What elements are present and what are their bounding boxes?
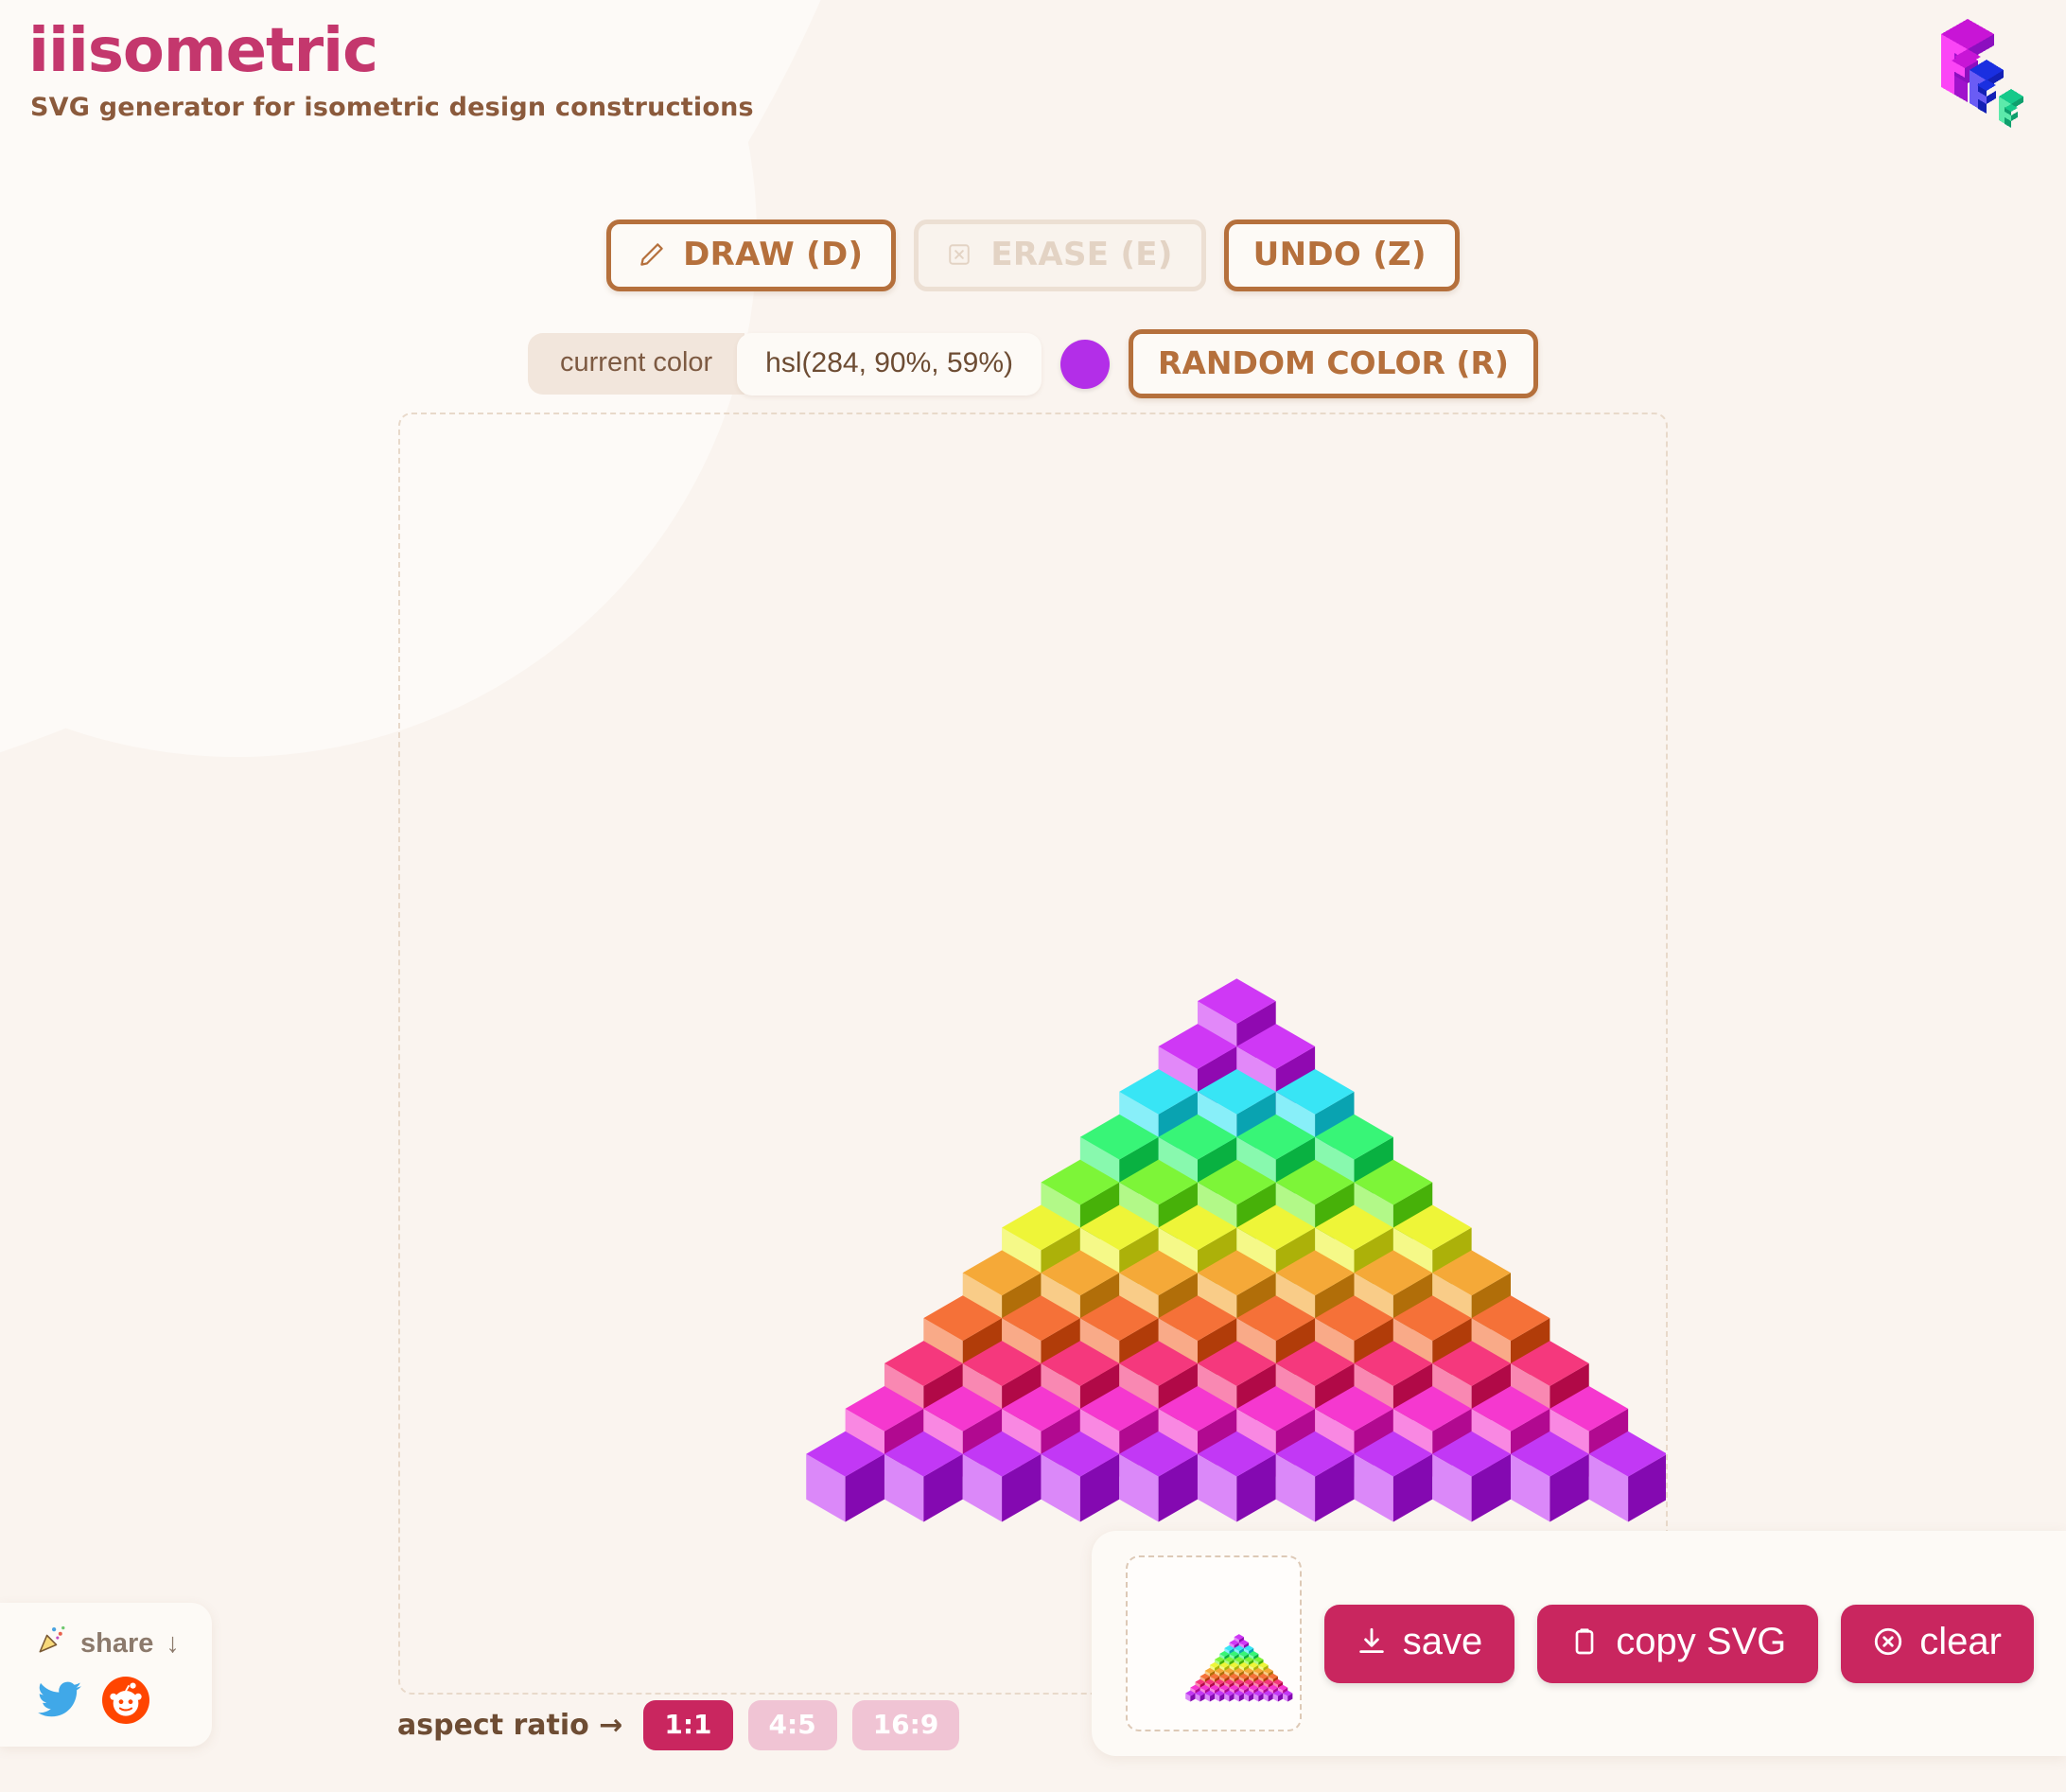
canvas-preview-thumbnail[interactable] <box>1125 1555 1302 1731</box>
share-card: share ↓ <box>0 1603 212 1747</box>
aspect-ratio-option-16-9[interactable]: 16:9 <box>851 1700 960 1750</box>
isometric-drawing-canvas[interactable] <box>398 413 1668 1695</box>
download-icon <box>1355 1625 1389 1659</box>
save-button[interactable]: save <box>1323 1604 1515 1683</box>
pencil-icon <box>636 238 668 271</box>
erase-button[interactable]: ERASE (E) <box>914 220 1206 291</box>
clear-button[interactable]: clear <box>1841 1604 2034 1683</box>
copy-svg-button[interactable]: copy SVG <box>1537 1604 1819 1683</box>
draw-button[interactable]: DRAW (D) <box>606 220 897 291</box>
current-color-label: current color <box>528 333 745 395</box>
clipboard-icon <box>1567 1625 1602 1659</box>
share-arrow-icon: ↓ <box>166 1627 180 1659</box>
reddit-icon[interactable] <box>102 1677 149 1724</box>
color-controls-row: current color hsl(284, 90%, 59%) RANDOM … <box>0 329 2066 398</box>
party-popper-icon <box>36 1624 68 1663</box>
page-subtitle: SVG generator for isometric design const… <box>30 93 754 122</box>
draw-button-label: DRAW (D) <box>683 236 864 273</box>
random-color-button[interactable]: RANDOM COLOR (R) <box>1128 329 1538 398</box>
aspect-ratio-option-1-1[interactable]: 1:1 <box>643 1700 733 1750</box>
twitter-icon[interactable] <box>36 1677 83 1724</box>
aspect-ratio-label-text: aspect ratio <box>397 1709 589 1742</box>
circle-x-icon <box>1871 1625 1905 1659</box>
logo-f-blue <box>1970 60 2004 114</box>
color-swatch[interactable] <box>1059 339 1110 389</box>
preview-pyramid <box>1184 1634 1293 1702</box>
share-icon-list <box>36 1677 180 1724</box>
erase-button-label: ERASE (E) <box>990 236 1173 273</box>
copy-svg-button-label: copy SVG <box>1616 1620 1787 1662</box>
share-label: share <box>80 1627 154 1659</box>
aspect-ratio-option-4-5[interactable]: 4:5 <box>747 1700 837 1750</box>
undo-button-label: UNDO (Z) <box>1252 236 1427 273</box>
erase-box-icon <box>943 238 975 271</box>
canvas-actions-panel: save copy SVG clear <box>1091 1531 2066 1756</box>
app-header: iiisometric SVG generator for isometric … <box>28 21 754 122</box>
aspect-ratio-label: aspect ratio → <box>397 1709 622 1742</box>
save-button-label: save <box>1402 1620 1483 1662</box>
current-color-value[interactable]: hsl(284, 90%, 59%) <box>737 332 1042 395</box>
clear-button-label: clear <box>1919 1620 2002 1662</box>
aspect-ratio-controls: aspect ratio → 1:1 4:5 16:9 <box>397 1700 960 1750</box>
logo-f-green <box>1999 89 2023 128</box>
page-title: iiisometric <box>28 16 378 86</box>
aspect-ratio-arrow-icon: → <box>599 1709 623 1742</box>
tool-toolbar: DRAW (D) ERASE (E) UNDO (Z) <box>0 220 2066 291</box>
isometric-cube-pyramid <box>806 978 1666 1522</box>
share-header[interactable]: share ↓ <box>36 1624 180 1663</box>
undo-button[interactable]: UNDO (Z) <box>1223 220 1460 291</box>
fff-logo-icon[interactable] <box>1911 8 2043 140</box>
